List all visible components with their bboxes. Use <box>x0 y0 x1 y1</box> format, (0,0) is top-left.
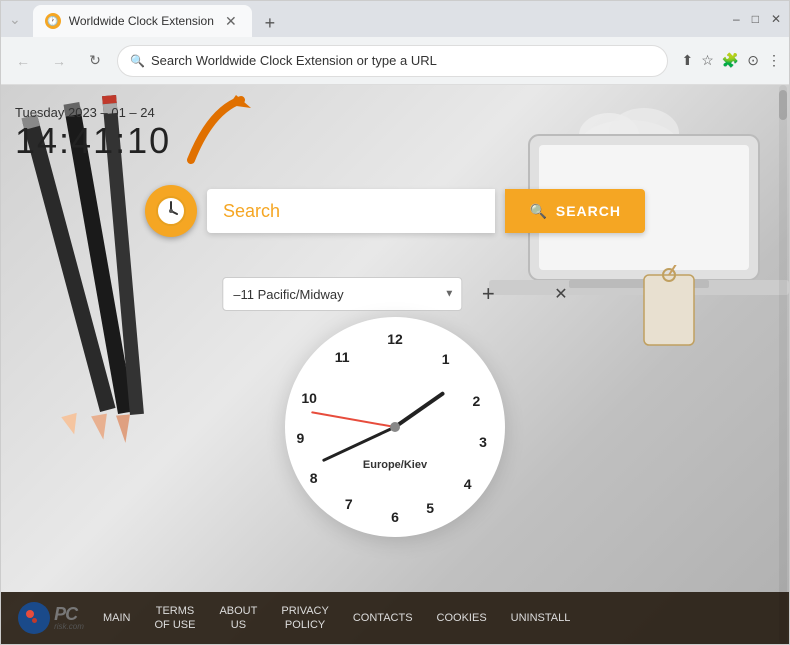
menu-icon[interactable]: ⋮ <box>767 52 781 69</box>
window-controls-right: – □ ✕ <box>733 12 781 26</box>
tab-bar: 🕐 Worldwide Clock Extension ✕ + <box>33 1 721 37</box>
analog-clock: 12 1 2 3 4 5 6 7 8 9 10 11 <box>285 317 505 537</box>
browser-frame: ⌄ 🕐 Worldwide Clock Extension ✕ + – □ ✕ … <box>0 0 790 645</box>
analog-clock-wrapper: 12 1 2 3 4 5 6 7 8 9 10 11 <box>285 317 505 537</box>
clock-num-1: 1 <box>442 351 450 367</box>
add-timezone-button[interactable]: + <box>474 280 502 308</box>
footer-nav-cookies[interactable]: COOKIES <box>425 607 499 629</box>
forward-button[interactable]: → <box>45 47 73 75</box>
title-bar: ⌄ 🕐 Worldwide Clock Extension ✕ + – □ ✕ <box>1 1 789 37</box>
scrollbar[interactable] <box>779 85 787 644</box>
footer-nav-uninstall[interactable]: UNINSTALL <box>499 607 583 629</box>
reload-button[interactable]: ↻ <box>81 47 109 75</box>
clock-num-3: 3 <box>479 434 487 450</box>
search-button[interactable]: 🔍 SEARCH <box>505 189 645 233</box>
clock-num-7: 7 <box>345 496 353 512</box>
timezone-section: –11 Pacific/Midway UTC America/New_York … <box>222 277 567 311</box>
footer-nav-privacy[interactable]: PRIVACYPOLICY <box>269 600 340 637</box>
profile-icon[interactable]: ⊙ <box>747 52 759 69</box>
minimize-button[interactable]: – <box>733 12 740 26</box>
clock-center-dot <box>390 422 400 432</box>
tag-decoration <box>629 265 709 365</box>
address-bar: ← → ↻ 🔍 Search Worldwide Clock Extension… <box>1 37 789 85</box>
close-timezone-button[interactable]: ✕ <box>554 284 567 304</box>
clock-num-12: 12 <box>387 331 403 347</box>
footer-nav-terms[interactable]: TERMSOF USE <box>143 600 208 637</box>
footer-logo: PC risk.com <box>11 592 91 644</box>
address-input[interactable]: 🔍 Search Worldwide Clock Extension or ty… <box>117 45 668 77</box>
hour-hand <box>394 391 445 429</box>
timezone-select[interactable]: –11 Pacific/Midway UTC America/New_York … <box>222 277 462 311</box>
page-content: Tuesday 2023 – 01 – 24 14:41:10 Search 🔍… <box>1 85 789 644</box>
minute-hand <box>322 426 396 463</box>
tab-close-button[interactable]: ✕ <box>222 12 240 30</box>
clock-face: 12 1 2 3 4 5 6 7 8 9 10 11 <box>285 317 505 537</box>
footer-nav-contacts[interactable]: CONTACTS <box>341 607 425 629</box>
clock-num-10: 10 <box>301 390 317 406</box>
timezone-wrapper: –11 Pacific/Midway UTC America/New_York … <box>222 277 462 311</box>
maximize-button[interactable]: □ <box>752 12 759 26</box>
address-search-icon: 🔍 <box>130 54 145 68</box>
new-tab-button[interactable]: + <box>256 9 284 37</box>
datetime-section: Tuesday 2023 – 01 – 24 14:41:10 <box>15 105 171 162</box>
clock-num-8: 8 <box>310 470 318 486</box>
footer-navigation: MAIN TERMSOF USE ABOUTUS PRIVACYPOLICY C… <box>91 600 779 637</box>
extensions-icon[interactable]: 🧩 <box>722 52 739 69</box>
date-display: Tuesday 2023 – 01 – 24 <box>15 105 171 120</box>
search-placeholder: Search <box>223 201 280 222</box>
forward-icon: → <box>52 53 66 69</box>
share-icon[interactable]: ⬆ <box>682 52 694 69</box>
second-hand <box>311 411 395 428</box>
search-input[interactable]: Search <box>207 189 495 233</box>
time-display: 14:41:10 <box>15 120 171 162</box>
close-button[interactable]: ✕ <box>771 12 781 26</box>
footer-nav-main[interactable]: MAIN <box>91 607 143 629</box>
clock-num-9: 9 <box>296 430 304 446</box>
search-btn-icon: 🔍 <box>529 203 547 220</box>
tab-title: Worldwide Clock Extension <box>69 14 214 28</box>
clock-num-4: 4 <box>464 476 472 492</box>
clock-num-5: 5 <box>426 500 434 516</box>
back-button[interactable]: ← <box>9 47 37 75</box>
clock-num-2: 2 <box>472 393 480 409</box>
address-text: Search Worldwide Clock Extension or type… <box>151 53 655 68</box>
search-section: Search 🔍 SEARCH <box>145 185 645 237</box>
clock-num-6: 6 <box>391 509 399 525</box>
chevron-icon: ⌄ <box>9 11 21 28</box>
bookmark-icon[interactable]: ☆ <box>701 52 714 69</box>
tab-favicon: 🕐 <box>45 13 61 29</box>
window-controls-left: ⌄ <box>9 11 21 28</box>
active-tab[interactable]: 🕐 Worldwide Clock Extension ✕ <box>33 5 252 37</box>
search-btn-label: SEARCH <box>556 203 621 219</box>
address-right-icons: ⬆ ☆ 🧩 ⊙ ⋮ <box>682 52 781 69</box>
scrollbar-thumb[interactable] <box>779 90 787 120</box>
footer: PC risk.com MAIN TERMSOF USE ABOUTUS PRI… <box>1 592 789 644</box>
footer-nav-about[interactable]: ABOUTUS <box>207 600 269 637</box>
clock-logo-icon <box>145 185 197 237</box>
clock-num-11: 11 <box>335 349 350 365</box>
clock-timezone-label: Europe/Kiev <box>363 459 427 471</box>
reload-icon: ↻ <box>89 52 101 69</box>
back-icon: ← <box>16 53 30 69</box>
